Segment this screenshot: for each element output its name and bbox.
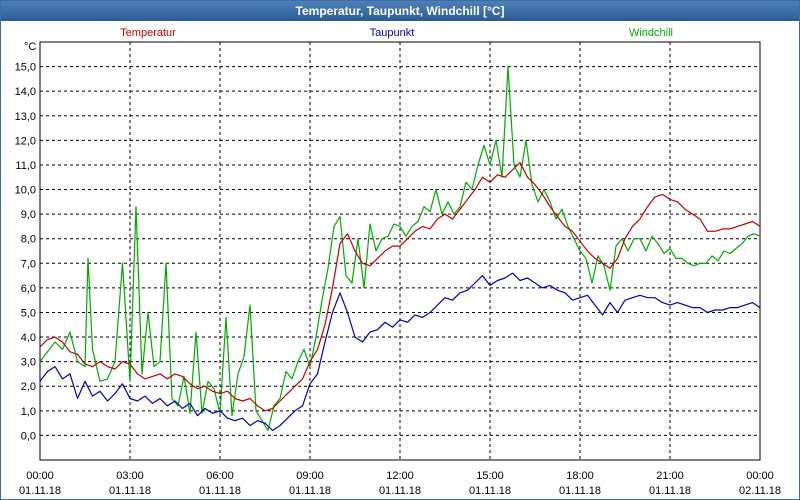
chart-svg: 0,0 1,0 2,0 3,0 4,0 5,0 6,0 7,0 8,0 9,0 10,0 11,0 12… <box>15 27 781 497</box>
y-tick-label: 14,0 <box>15 86 36 98</box>
x-tick-time: 21:00 <box>656 470 684 482</box>
y-tick-label: 9,0 <box>21 209 36 221</box>
y-tick-label: 2,0 <box>21 381 36 393</box>
y-tick-label: 5,0 <box>21 307 36 319</box>
y-tick-label: 6,0 <box>21 283 36 295</box>
x-tick-date: 01.11.18 <box>19 485 61 497</box>
y-tick-label: 8,0 <box>21 234 36 246</box>
legend-temperatur: Temperatur <box>120 27 176 39</box>
x-tick-time: 18:00 <box>566 470 594 482</box>
x-tick-time: 03:00 <box>116 470 144 482</box>
x-tick-date: 01.11.18 <box>199 485 241 497</box>
x-tick-date: 01.11.18 <box>379 485 421 497</box>
y-tick-label: 13,0 <box>15 111 36 123</box>
legend-taupunkt: Taupunkt <box>370 27 415 39</box>
x-tick-date: 01.11.18 <box>649 485 691 497</box>
y-axis-unit: °C <box>24 41 36 53</box>
y-tick-label: 3,0 <box>21 357 36 369</box>
x-tick-time: 00:00 <box>746 470 774 482</box>
x-tick-time: 09:00 <box>296 470 324 482</box>
x-tick-date: 01.11.18 <box>469 485 511 497</box>
y-tick-label: 11,0 <box>15 160 36 172</box>
x-tick-date: 01.11.18 <box>289 485 331 497</box>
y-tick-label: 12,0 <box>15 135 36 147</box>
x-tick-time: 12:00 <box>386 470 414 482</box>
x-tick-time: 06:00 <box>206 470 234 482</box>
x-tick-time: 15:00 <box>476 470 504 482</box>
legend-windchill: Windchill <box>629 27 673 39</box>
y-tick-label: 7,0 <box>21 258 36 270</box>
x-tick-time: 00:00 <box>26 470 54 482</box>
x-tick-date: 02.11.18 <box>739 485 781 497</box>
x-tick-date: 01.11.18 <box>559 485 601 497</box>
y-tick-label: 10,0 <box>15 185 36 197</box>
x-tick-date: 01.11.18 <box>109 485 151 497</box>
y-tick-label: 4,0 <box>21 332 36 344</box>
y-tick-label: 0,0 <box>21 430 36 442</box>
y-tick-label: 15,0 <box>15 62 36 74</box>
y-tick-label: 1,0 <box>21 406 36 418</box>
